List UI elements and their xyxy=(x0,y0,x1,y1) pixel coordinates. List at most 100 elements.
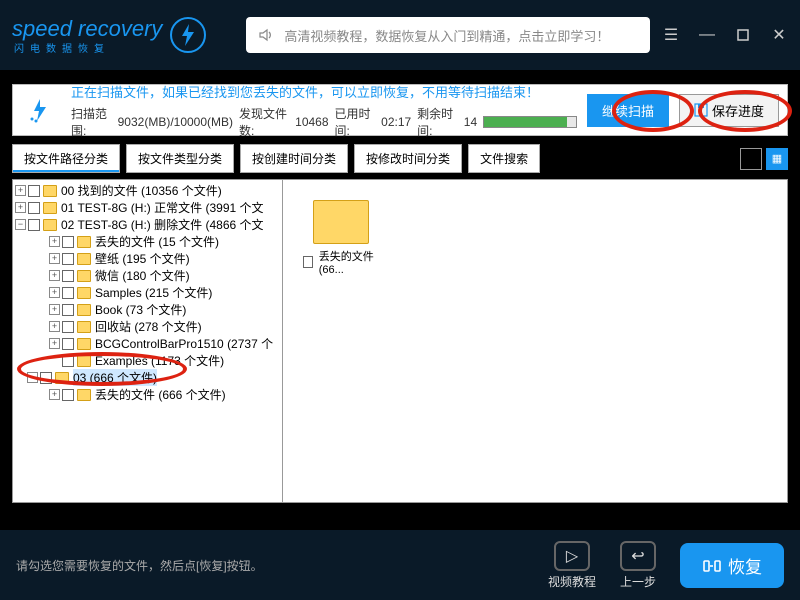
collapse-icon[interactable]: − xyxy=(27,372,38,383)
tree-node-wechat[interactable]: +微信 (180 个文件) xyxy=(13,267,282,284)
play-icon: ▷ xyxy=(554,541,590,571)
menu-icon[interactable]: ☰ xyxy=(662,26,680,44)
tree-node-01[interactable]: +01 TEST-8G (H:) 正常文件 (3991 个文 xyxy=(13,199,282,216)
file-label: 丢失的文件 (66... xyxy=(319,248,383,276)
checkbox[interactable] xyxy=(62,355,74,367)
file-grid[interactable]: 丢失的文件 (66... xyxy=(283,180,787,502)
expand-icon[interactable]: + xyxy=(49,304,60,315)
checkbox[interactable] xyxy=(62,270,74,282)
checkbox[interactable] xyxy=(62,287,74,299)
folder-icon xyxy=(77,338,91,350)
file-item[interactable]: 丢失的文件 (66... xyxy=(303,200,383,276)
close-icon[interactable]: ✕ xyxy=(770,26,788,44)
scan-message: 正在扫描文件，如果已经找到您丢失的文件，可以立即恢复，不用等待扫描结束！ xyxy=(71,82,577,101)
view-grid-button[interactable]: ▦ xyxy=(766,148,788,170)
range-label: 扫描范围: xyxy=(71,105,112,139)
tree-node-03[interactable]: −03 (666 个文件) xyxy=(13,369,282,386)
folder-icon xyxy=(77,355,91,367)
folder-icon xyxy=(77,321,91,333)
category-tabs: 按文件路径分类 按文件类型分类 按创建时间分类 按修改时间分类 文件搜索 ☰ ▦ xyxy=(12,144,788,173)
workspace: +00 找到的文件 (10356 个文件) +01 TEST-8G (H:) 正… xyxy=(12,179,788,503)
folder-icon xyxy=(77,270,91,282)
tab-by-type[interactable]: 按文件类型分类 xyxy=(126,144,234,173)
tab-by-path[interactable]: 按文件路径分类 xyxy=(12,144,120,173)
tree-node-samples[interactable]: +Samples (215 个文件) xyxy=(13,284,282,301)
tree-node-03-lost[interactable]: +丢失的文件 (666 个文件) xyxy=(13,386,282,403)
title-bar: speed recovery 闪电数据恢复 高清视频教程，数据恢复从入门到精通，… xyxy=(0,0,800,70)
remain-label: 剩余时间: xyxy=(417,105,458,139)
folder-icon xyxy=(77,236,91,248)
video-tutorial-button[interactable]: ▷ 视频教程 xyxy=(548,541,596,590)
progress-bar xyxy=(483,116,577,128)
expand-icon[interactable]: + xyxy=(49,270,60,281)
view-list-button[interactable]: ☰ xyxy=(740,148,762,170)
scan-status-panel: 正在扫描文件，如果已经找到您丢失的文件，可以立即恢复，不用等待扫描结束！ 扫描范… xyxy=(12,84,788,136)
app-name: speed recovery xyxy=(12,16,162,41)
tab-by-modified[interactable]: 按修改时间分类 xyxy=(354,144,462,173)
expand-icon[interactable]: + xyxy=(49,287,60,298)
folder-icon xyxy=(43,185,57,197)
remain-value: 14 xyxy=(464,115,477,129)
collapse-icon[interactable]: − xyxy=(15,219,26,230)
recover-icon xyxy=(702,556,722,574)
tab-search[interactable]: 文件搜索 xyxy=(468,144,540,173)
tree-node-book[interactable]: +Book (73 个文件) xyxy=(13,301,282,318)
folder-icon xyxy=(55,372,69,384)
checkbox[interactable] xyxy=(28,202,40,214)
folder-icon xyxy=(77,304,91,316)
checkbox[interactable] xyxy=(62,236,74,248)
app-subtitle: 闪电数据恢复 xyxy=(14,40,162,55)
tree-node-lost[interactable]: +丢失的文件 (15 个文件) xyxy=(13,233,282,250)
continue-scan-button[interactable]: 继续扫描 xyxy=(587,94,669,127)
expand-icon[interactable]: + xyxy=(49,236,60,247)
lightning-icon xyxy=(170,17,206,53)
checkbox[interactable] xyxy=(62,338,74,350)
window-controls: ☰ — ✕ xyxy=(662,26,788,44)
save-progress-button[interactable]: 保存进度 xyxy=(679,94,779,127)
expand-icon[interactable]: + xyxy=(15,185,26,196)
tree-node-02[interactable]: −02 TEST-8G (H:) 删除文件 (4866 个文 xyxy=(13,216,282,233)
folder-icon xyxy=(43,219,57,231)
folder-icon xyxy=(77,389,91,401)
checkbox[interactable] xyxy=(28,185,40,197)
expand-icon[interactable]: + xyxy=(49,253,60,264)
expand-icon[interactable]: + xyxy=(49,321,60,332)
found-value: 10468 xyxy=(295,115,328,129)
maximize-icon[interactable] xyxy=(734,26,752,44)
minimize-icon[interactable]: — xyxy=(698,26,716,44)
checkbox[interactable] xyxy=(62,389,74,401)
found-label: 发现文件数: xyxy=(239,105,289,139)
tutorial-banner[interactable]: 高清视频教程，数据恢复从入门到精通，点击立即学习！ xyxy=(246,17,650,53)
checkbox[interactable] xyxy=(28,219,40,231)
folder-icon xyxy=(77,287,91,299)
recover-button[interactable]: 恢复 xyxy=(680,543,784,588)
folder-icon xyxy=(77,253,91,265)
checkbox[interactable] xyxy=(62,304,74,316)
folder-icon xyxy=(43,202,57,214)
back-button[interactable]: ↩ 上一步 xyxy=(620,541,656,590)
footer-bar: 请勾选您需要恢复的文件，然后点[恢复]按钮。 ▷ 视频教程 ↩ 上一步 恢复 xyxy=(0,530,800,600)
tab-by-created[interactable]: 按创建时间分类 xyxy=(240,144,348,173)
checkbox[interactable] xyxy=(303,256,313,268)
checkbox[interactable] xyxy=(40,372,52,384)
tree-node-recycle[interactable]: +回收站 (278 个文件) xyxy=(13,318,282,335)
tree-node-wallpaper[interactable]: +壁纸 (195 个文件) xyxy=(13,250,282,267)
checkbox[interactable] xyxy=(62,253,74,265)
folder-icon xyxy=(313,200,369,244)
range-value: 9032(MB)/10000(MB) xyxy=(118,115,233,129)
speaker-icon xyxy=(256,25,276,45)
elapsed-label: 已用时间: xyxy=(335,105,376,139)
save-icon xyxy=(694,103,708,117)
checkbox[interactable] xyxy=(62,321,74,333)
tree-node-bcg[interactable]: +BCGControlBarPro1510 (2737 个 xyxy=(13,335,282,352)
scan-icon xyxy=(21,90,61,130)
elapsed-value: 02:17 xyxy=(381,115,411,129)
expand-icon[interactable]: + xyxy=(49,389,60,400)
expand-icon[interactable]: + xyxy=(15,202,26,213)
tree-node-00[interactable]: +00 找到的文件 (10356 个文件) xyxy=(13,182,282,199)
scan-stats: 扫描范围: 9032(MB)/10000(MB) 发现文件数: 10468 已用… xyxy=(71,105,577,139)
expand-icon[interactable]: + xyxy=(49,338,60,349)
file-tree[interactable]: +00 找到的文件 (10356 个文件) +01 TEST-8G (H:) 正… xyxy=(13,180,283,502)
app-logo: speed recovery 闪电数据恢复 xyxy=(12,16,206,55)
tree-node-examples[interactable]: Examples (1173 个文件) xyxy=(13,352,282,369)
